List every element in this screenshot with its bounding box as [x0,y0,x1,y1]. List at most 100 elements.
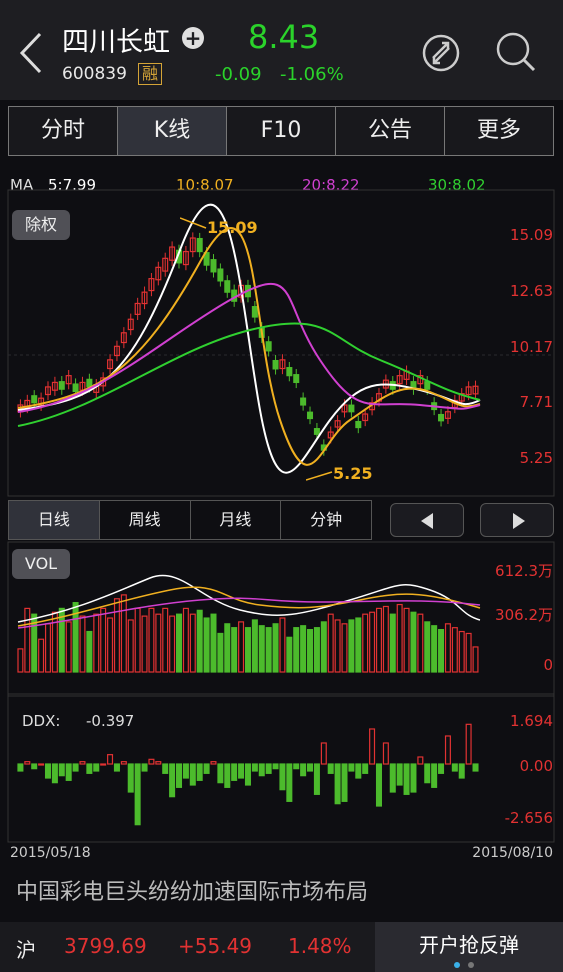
next-button[interactable] [480,503,554,537]
tab-kline[interactable]: K线 [118,107,227,155]
ddx-bar [51,763,58,784]
ddx-bar [113,763,120,772]
ddx-bar [175,763,183,788]
ddx-bar [120,761,127,765]
ddx-bar [451,763,458,772]
volume-bar [148,607,155,673]
tab-timeshare[interactable]: 分时 [9,107,118,155]
ddx-bar [210,761,217,765]
ddx-bar [444,735,451,765]
tab-daily[interactable]: 日线 [9,501,100,539]
vol-label-mid: 306.2万 [495,606,553,624]
ddx-bar [438,763,445,774]
ddx-bar [162,763,169,774]
volume-bar [334,619,341,673]
ddx-bar [93,763,100,772]
volume-bar [155,613,162,673]
volume-bar [79,615,86,673]
volume-bar [375,607,382,673]
tab-minute[interactable]: 分钟 [281,501,371,539]
ddx-bar [231,763,238,781]
page-dot-active [454,962,460,968]
volume-bar [313,627,320,673]
ddx-bar [355,763,362,779]
ddx-bar [38,763,45,766]
tab-f10[interactable]: F10 [227,107,336,155]
add-watchlist-icon[interactable]: + [182,27,204,49]
ddx-bar [341,763,348,802]
ma5-line [17,203,481,474]
volume-bar [293,627,300,673]
volume-bar [231,627,238,673]
ddx-bar [251,763,258,772]
ddx-bar [293,763,300,770]
ddx-bar [134,763,141,826]
ddx-bar [348,763,355,772]
volume-bar [217,632,224,673]
vol-button[interactable]: VOL [12,549,70,579]
low-label: 5.25 [333,464,373,483]
ddx-bar [300,763,307,777]
index-bar: 沪 3799.69 +55.49 1.48% 开户抢反弹 [0,922,563,972]
price-label-2: 12.63 [510,282,553,300]
ddx-bar [313,763,320,795]
news-headline[interactable]: 中国彩电巨头纷纷加速国际市场布局 [0,870,563,920]
price-change: -0.09 [215,64,262,85]
ddx-bar [396,763,403,786]
volume-bar [444,623,451,673]
ddx-bar [224,763,231,788]
tab-monthly[interactable]: 月线 [191,501,282,539]
candle-body [210,259,217,273]
candle-body [251,306,258,318]
ddx-bar [362,763,369,774]
candle-body [300,397,307,406]
vol-label-max: 612.3万 [495,562,553,580]
ddx-bar [189,763,196,786]
ddx-bar [24,761,31,765]
margin-badge: 融 [138,63,162,85]
ddx-bar [238,763,245,779]
ddx-bar [169,763,176,798]
volume-bar [251,619,258,673]
candle-body [348,404,355,413]
candle-body [86,378,93,388]
tab-weekly[interactable]: 周线 [100,501,191,539]
ddx-bar [424,763,431,784]
candle-body [31,395,38,404]
ddx-bar [182,763,189,779]
ddx-bar [79,761,86,765]
tab-more[interactable]: 更多 [445,107,553,155]
ddx-bar [17,763,24,772]
page-dot [468,962,474,968]
ddx-bar [217,763,224,784]
prev-button[interactable] [390,503,464,537]
end-date: 2015/08/10 [472,845,553,861]
ddx-bar [375,763,382,807]
volume-bar [417,613,424,673]
volume-bar [175,613,183,673]
vol-label-zero: 0 [543,656,553,674]
ddx-bar [389,763,396,793]
candle-body [265,341,272,352]
trade-icon[interactable] [420,32,462,74]
ex-rights-button[interactable]: 除权 [12,210,70,240]
ddx-bar [417,756,424,765]
current-price: 8.43 [248,18,320,56]
tab-announcements[interactable]: 公告 [336,107,445,155]
ddx-bar [307,763,314,772]
volume-bar [258,625,265,673]
stock-code: 600839 [62,64,127,84]
header-bar: 四川长虹 + 600839 融 8.43 -0.09 -1.06% [0,0,563,100]
volume-bar [93,613,100,673]
volume-bar [196,609,203,673]
volume-bar [431,625,438,673]
volume-bar [210,613,217,673]
stock-name: 四川长虹 [62,27,170,58]
volume-bar [465,632,472,673]
volume-bar [17,648,24,673]
volume-bar [286,636,293,673]
volume-bar [24,607,31,673]
search-icon[interactable] [494,30,538,74]
back-icon[interactable] [12,28,52,78]
volume-bar [65,621,72,673]
